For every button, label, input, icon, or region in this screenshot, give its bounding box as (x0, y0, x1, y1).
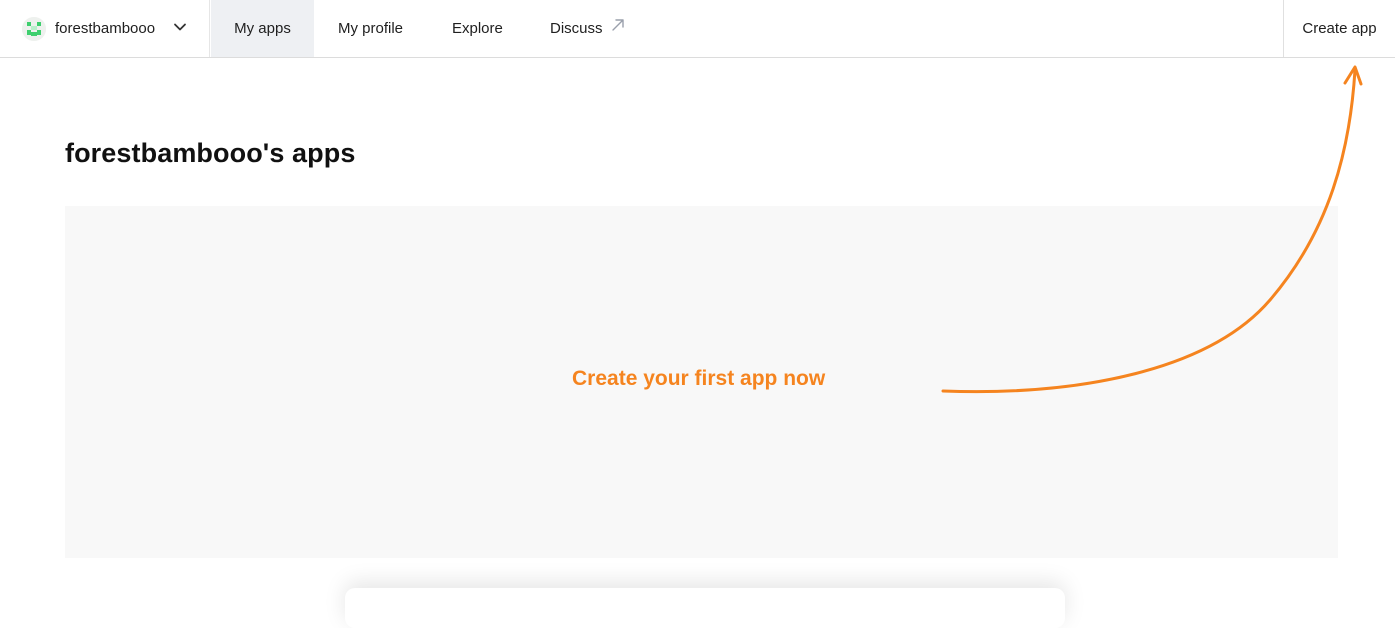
tab-explore[interactable]: Explore (452, 0, 503, 57)
username-label: forestbambooo (55, 20, 156, 37)
tab-my-apps[interactable]: My apps (211, 0, 314, 57)
tab-my-profile-label: My profile (338, 20, 404, 37)
create-app-button-label: Create app (1302, 20, 1377, 37)
pixel-avatar-icon (22, 16, 46, 41)
top-navigation-bar: forestbambooo My apps My profile Explore… (0, 0, 1395, 58)
tab-discuss[interactable]: Discuss (550, 0, 603, 57)
create-first-app-link[interactable]: Create your first app now (572, 367, 825, 391)
chevron-down-icon[interactable] (172, 19, 188, 35)
external-arrow-icon (612, 19, 624, 31)
tab-explore-label: Explore (452, 20, 503, 37)
tab-my-profile[interactable]: My profile (338, 0, 403, 57)
avatar (22, 16, 46, 41)
bottom-floating-card (345, 588, 1065, 628)
tab-discuss-label: Discuss (550, 20, 603, 37)
page-title: forestbambooo's apps (65, 138, 356, 168)
tab-my-apps-label: My apps (234, 20, 291, 37)
user-account-menu[interactable]: forestbambooo (0, 0, 210, 57)
create-app-button[interactable]: Create app (1283, 0, 1395, 57)
